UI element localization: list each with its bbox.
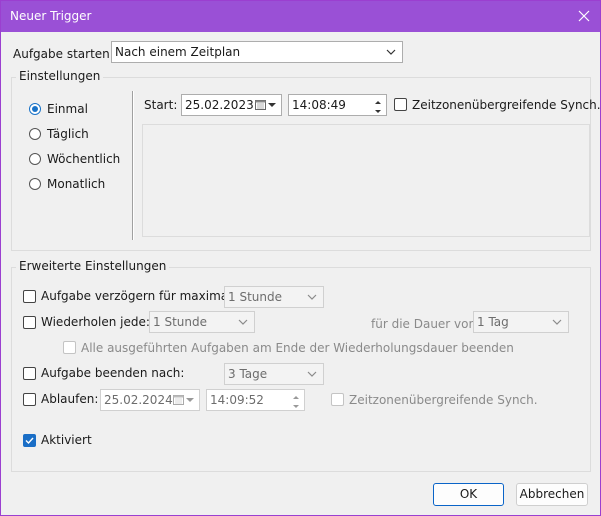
spin-up-button[interactable] [289,391,303,400]
expire-checkbox[interactable] [23,393,36,406]
start-time-spin [371,96,385,114]
settings-group-title: Einstellungen [16,69,104,83]
expire-sync-label: Zeitzonenübergreifende Synch. [349,393,538,407]
chevron-down-icon [238,319,248,325]
repeat-value: 1 Stunde [153,315,207,329]
caret-down-icon [375,110,381,113]
expire-time-spinner[interactable]: 14:09:52 [206,389,305,411]
expire-label: Ablaufen: [41,392,99,406]
title-bar: Neuer Trigger [1,1,600,32]
radio-monthly-label: Monatlich [47,177,106,191]
expire-sync-checkbox[interactable] [331,393,344,406]
duration-label: für die Dauer von: [371,317,481,331]
start-time-spinner[interactable]: 14:08:49 [288,94,387,116]
advanced-settings-title: Erweiterte Einstellungen [16,259,170,273]
new-trigger-dialog: Neuer Trigger Aufgabe starten: Nach eine… [0,0,601,516]
start-date-value: 25.02.2023 [185,98,254,112]
task-start-label: Aufgabe starten: [13,47,114,61]
cancel-button[interactable]: Abbrechen [516,483,588,506]
sync-timezone-label: Zeitzonenübergreifende Synch. [412,98,601,112]
dialog-title: Neuer Trigger [10,9,92,23]
radio-once-label: Einmal [47,102,88,116]
start-time-value: 14:08:49 [292,98,346,112]
expire-date-value: 25.02.2024 [104,393,173,407]
spin-up-button[interactable] [371,96,385,105]
radio-weekly[interactable] [29,153,41,165]
spin-down-button[interactable] [289,400,303,409]
duration-select[interactable]: 1 Tag [473,311,569,333]
stop-all-checkbox[interactable] [63,341,76,354]
close-button[interactable] [572,5,596,27]
radio-weekly-label: Wöchentlich [47,152,121,166]
start-date-picker[interactable]: 25.02.2023 [181,94,282,116]
task-start-value: Nach einem Zeitplan [115,45,241,59]
delay-value: 1 Stunde [228,290,282,304]
caret-down-icon [293,405,299,408]
settings-divider-highlight [133,91,134,240]
task-start-select[interactable]: Nach einem Zeitplan [111,41,403,63]
chevron-down-icon [386,49,396,55]
stop-after-select[interactable]: 3 Tage [224,363,324,385]
expire-time-spin [289,391,303,409]
radio-once[interactable] [29,103,41,115]
repeat-checkbox[interactable] [23,316,36,329]
schedule-details-panel [142,124,590,237]
delay-checkbox[interactable] [23,290,36,303]
enabled-checkbox[interactable] [23,434,36,447]
duration-value: 1 Tag [477,315,509,329]
sync-timezone-checkbox[interactable] [394,98,407,111]
radio-daily[interactable] [29,128,41,140]
close-icon [578,10,590,22]
chevron-down-icon [307,371,317,377]
delay-select[interactable]: 1 Stunde [224,286,324,308]
calendar-icon [255,100,276,110]
stop-after-label: Aufgabe beenden nach: [41,366,185,380]
stop-all-label: Alle ausgeführten Aufgaben am Ende der W… [81,341,514,355]
enabled-label: Aktiviert [41,433,92,447]
stop-after-value: 3 Tage [228,367,268,381]
ok-button[interactable]: OK [433,483,504,506]
expire-time-value: 14:09:52 [210,393,264,407]
chevron-down-icon [552,319,562,325]
stop-after-checkbox[interactable] [23,367,36,380]
chevron-down-icon [307,294,317,300]
spin-down-button[interactable] [371,105,385,114]
start-label: Start: [144,98,178,112]
repeat-interval-select[interactable]: 1 Stunde [149,311,255,333]
delay-label: Aufgabe verzögern für maximal: [41,289,236,303]
radio-monthly[interactable] [29,178,41,190]
radio-daily-label: Täglich [47,127,89,141]
expire-date-picker[interactable]: 25.02.2024 [100,389,200,411]
calendar-icon [173,395,194,405]
checkmark-icon [25,437,34,445]
repeat-label: Wiederholen jede: [41,315,150,329]
